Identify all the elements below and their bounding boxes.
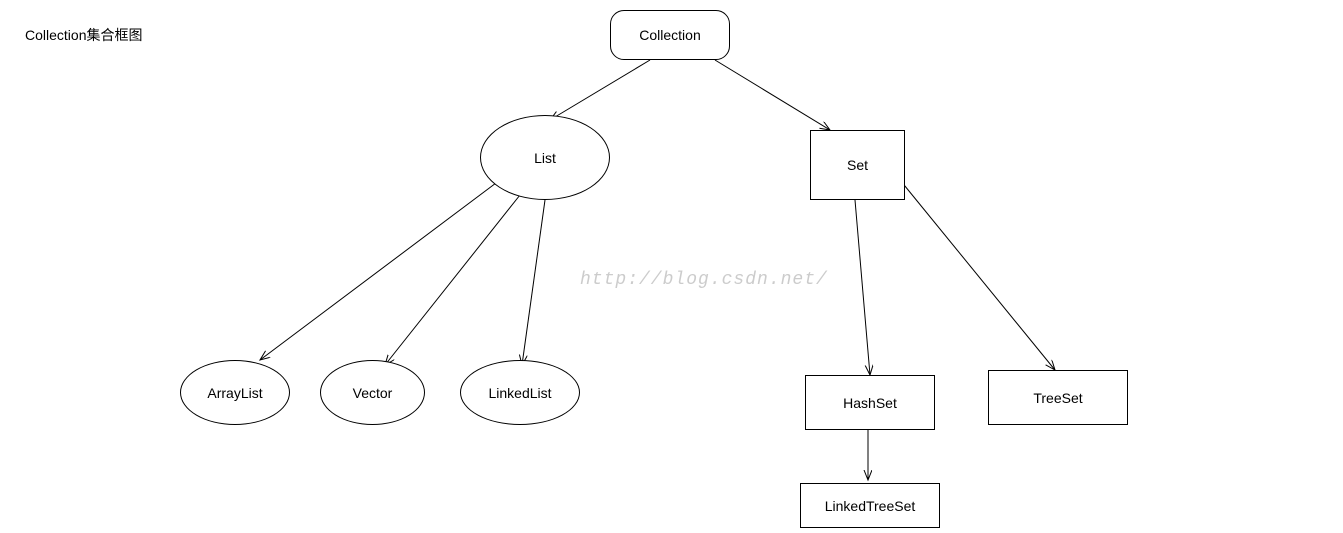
node-linkedlist: LinkedList bbox=[460, 360, 580, 425]
diagram-title: Collection集合框图 bbox=[25, 25, 142, 45]
node-hashset: HashSet bbox=[805, 375, 935, 430]
node-collection: Collection bbox=[610, 10, 730, 60]
node-arraylist: ArrayList bbox=[180, 360, 290, 425]
node-list: List bbox=[480, 115, 610, 200]
node-set: Set bbox=[810, 130, 905, 200]
diagram-edges bbox=[0, 0, 1343, 533]
watermark-text: http://blog.csdn.net/ bbox=[580, 270, 828, 290]
node-linkedtreeset: LinkedTreeSet bbox=[800, 483, 940, 528]
node-treeset: TreeSet bbox=[988, 370, 1128, 425]
node-vector: Vector bbox=[320, 360, 425, 425]
